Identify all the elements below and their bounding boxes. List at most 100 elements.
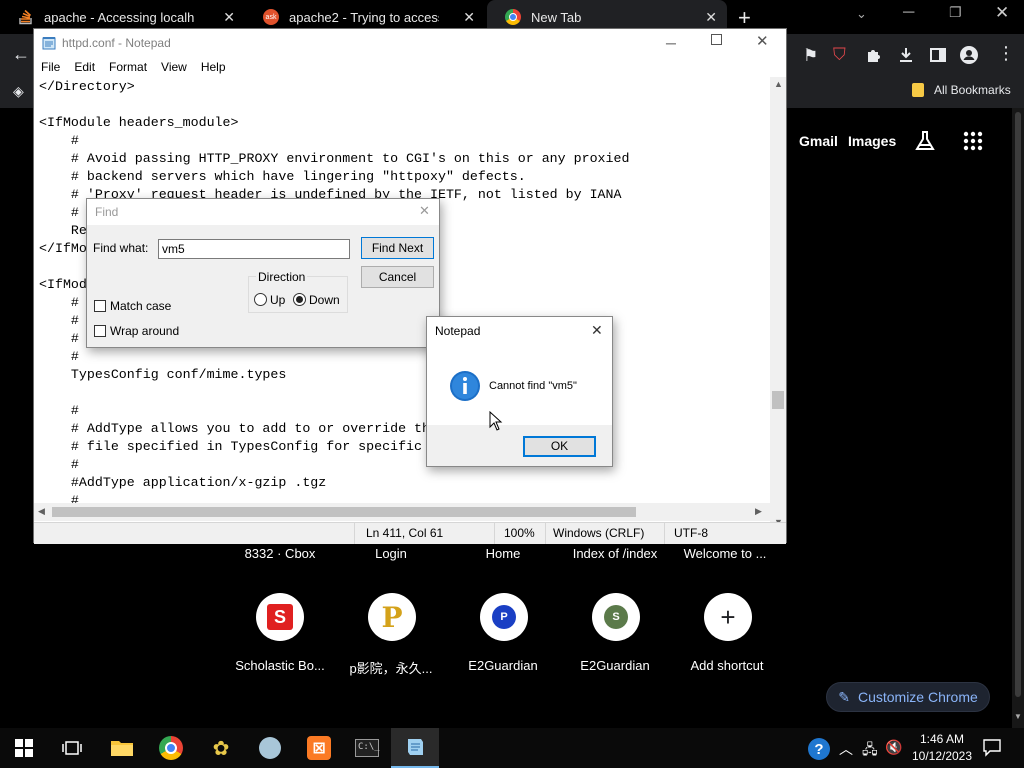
shortcut-label[interactable]: p影院，永久... <box>335 658 447 677</box>
notepad-menu-bar: File Edit Format View Help <box>34 57 786 77</box>
clock-time[interactable]: 1:46 AM <box>907 732 977 746</box>
notepad-maximize-icon[interactable] <box>711 34 722 45</box>
minimize-icon[interactable]: ─ <box>903 4 914 22</box>
status-zoom: 100% <box>504 526 535 540</box>
labs-flask-icon[interactable] <box>914 130 936 157</box>
notepad-vertical-scrollbar[interactable]: ▲ ▼ <box>770 77 786 531</box>
shortcut-label[interactable]: Welcome to ... <box>669 546 781 561</box>
shortcut-scholastic[interactable]: S <box>256 593 304 641</box>
find-what-input[interactable]: vm5 <box>158 239 350 259</box>
shortcut-label[interactable]: Home <box>447 546 559 561</box>
file-explorer-button[interactable] <box>98 728 146 768</box>
direction-up-radio[interactable] <box>254 293 267 306</box>
shortcut-label[interactable]: 8332 · Cbox <box>224 546 336 561</box>
volume-muted-icon[interactable]: 🔇 <box>885 739 902 756</box>
images-link[interactable]: Images <box>848 133 896 149</box>
folder-icon <box>111 741 133 756</box>
shortcut-label[interactable]: Login <box>335 546 447 561</box>
tab-close-icon[interactable]: ✕ <box>223 9 235 26</box>
shortcut-p-cinema[interactable]: P <box>368 593 416 641</box>
direction-down-label[interactable]: Down <box>309 293 340 307</box>
match-case-label[interactable]: Match case <box>110 299 171 313</box>
start-button[interactable] <box>0 728 48 768</box>
notepad-title-bar[interactable]: httpd.conf - Notepad ─ ✕ <box>34 29 786 57</box>
download-icon[interactable] <box>897 46 915 67</box>
tab-close-icon[interactable]: ✕ <box>705 9 717 26</box>
terminal-taskbar-button[interactable]: C:\_ <box>343 728 391 768</box>
xampp-taskbar-button[interactable]: ⊠ <box>295 728 343 768</box>
apps-stack-icon[interactable]: ◈ <box>13 83 24 100</box>
direction-up-label[interactable]: Up <box>270 293 285 307</box>
message-box-close-icon[interactable]: ✕ <box>591 322 603 339</box>
text-line: # Avoid passing HTTP_PROXY environment t… <box>39 151 630 166</box>
scroll-down-arrow-icon[interactable]: ▼ <box>1014 712 1022 721</box>
customize-chrome-button[interactable]: ✎ Customize Chrome <box>826 682 990 712</box>
ok-button[interactable]: OK <box>523 436 596 457</box>
p-letter-icon: P <box>381 600 403 634</box>
restore-icon[interactable]: ❐ <box>949 4 962 21</box>
chrome-menu-icon[interactable]: ⋮ <box>997 44 1015 62</box>
side-panel-icon[interactable] <box>929 46 947 67</box>
plus-icon: + <box>720 602 736 632</box>
gmail-link[interactable]: Gmail <box>799 133 838 149</box>
scroll-up-arrow-icon[interactable]: ▲ <box>774 79 783 89</box>
shortcut-label[interactable]: Add shortcut <box>671 658 783 673</box>
vertical-scroll-thumb[interactable] <box>772 391 784 409</box>
menu-file[interactable]: File <box>34 60 67 74</box>
menu-edit[interactable]: Edit <box>67 60 102 74</box>
tab-search-chevron-icon[interactable]: ⌄ <box>856 6 867 22</box>
chrome-taskbar-button[interactable] <box>147 728 195 768</box>
wrap-around-label[interactable]: Wrap around <box>110 324 179 338</box>
menu-help[interactable]: Help <box>194 60 233 74</box>
direction-down-radio[interactable] <box>293 293 306 306</box>
stackoverflow-favicon-icon <box>18 9 34 25</box>
match-case-checkbox[interactable] <box>94 300 106 312</box>
app-taskbar-button[interactable] <box>246 728 294 768</box>
tab-close-icon[interactable]: ✕ <box>463 9 475 26</box>
shield-extension-icon[interactable]: ⛉ <box>833 46 846 63</box>
notepad-icon <box>408 739 423 755</box>
notepad-title: httpd.conf - Notepad <box>62 36 171 50</box>
add-shortcut-button[interactable]: + <box>704 593 752 641</box>
notepad-minimize-icon[interactable]: ─ <box>666 35 676 51</box>
find-next-button[interactable]: Find Next <box>361 237 434 259</box>
notepad-horizontal-scrollbar[interactable]: ◀ ▶ <box>34 503 770 521</box>
network-icon[interactable]: 🖧 <box>862 739 878 763</box>
app-taskbar-button[interactable]: ✿ <box>197 728 245 768</box>
notifications-icon[interactable] <box>982 737 1002 762</box>
tray-chevron-up-icon[interactable]: ︿ <box>839 739 853 759</box>
close-window-icon[interactable]: ✕ <box>995 3 1009 23</box>
find-dialog-close-icon[interactable]: ✕ <box>419 203 430 219</box>
shortcut-label[interactable]: Scholastic Bo... <box>224 658 336 673</box>
shortcut-label[interactable]: Index of /index <box>559 546 671 561</box>
task-view-button[interactable] <box>48 728 96 768</box>
wrap-around-checkbox[interactable] <box>94 325 106 337</box>
notepad-status-bar: Ln 411, Col 61 100% Windows (CRLF) UTF-8 <box>34 522 786 544</box>
google-apps-grid-icon[interactable] <box>963 131 983 156</box>
askubuntu-favicon-icon: ask <box>263 9 279 25</box>
extensions-puzzle-icon[interactable] <box>865 46 883 67</box>
profile-avatar-icon[interactable] <box>959 45 979 68</box>
notepad-taskbar-button[interactable] <box>391 728 439 768</box>
help-icon[interactable]: ? <box>808 738 830 760</box>
page-scrollbar[interactable]: ▼ <box>1012 108 1024 728</box>
menu-format[interactable]: Format <box>102 60 154 74</box>
shortcut-label[interactable]: E2Guardian <box>447 658 559 673</box>
scroll-left-arrow-icon[interactable]: ◀ <box>38 506 45 517</box>
all-bookmarks-button[interactable]: All Bookmarks <box>934 83 1011 97</box>
xampp-icon: ⊠ <box>307 736 331 760</box>
cancel-button[interactable]: Cancel <box>361 266 434 288</box>
flag-icon[interactable]: ⚑ <box>803 47 818 64</box>
notepad-close-icon[interactable]: ✕ <box>756 32 769 50</box>
status-position: Ln 411, Col 61 <box>366 526 444 540</box>
menu-view[interactable]: View <box>154 60 194 74</box>
back-arrow-icon[interactable]: ← <box>12 45 30 63</box>
horizontal-scroll-thumb[interactable] <box>52 507 636 517</box>
text-line <box>39 96 770 114</box>
shortcut-e2guardian-2[interactable]: S <box>592 593 640 641</box>
shortcut-e2guardian-1[interactable]: P <box>480 593 528 641</box>
scroll-right-arrow-icon[interactable]: ▶ <box>755 506 762 517</box>
shortcut-label[interactable]: E2Guardian <box>559 658 671 673</box>
clock-date[interactable]: 10/12/2023 <box>907 749 977 763</box>
find-dialog-title-bar[interactable]: Find ✕ <box>87 199 439 225</box>
